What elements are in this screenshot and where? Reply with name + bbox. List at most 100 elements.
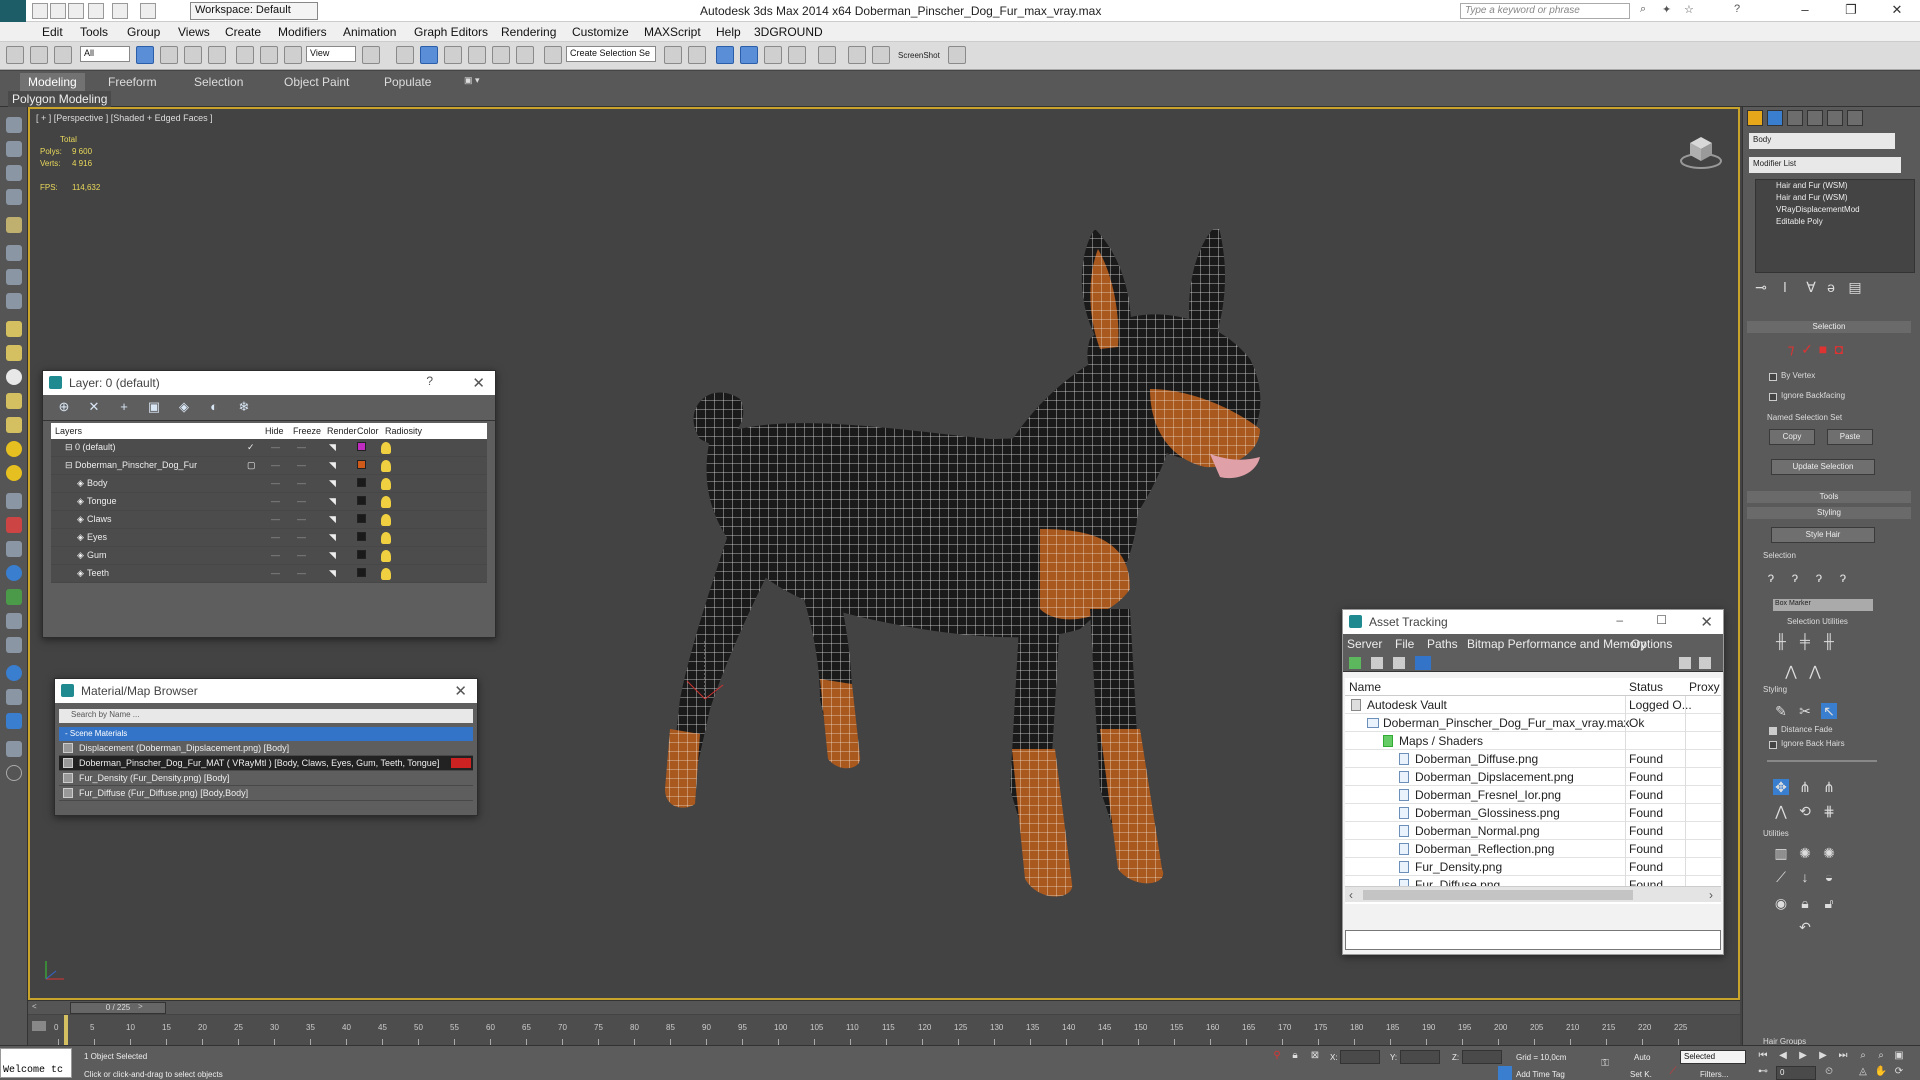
tool-icon-17[interactable]	[6, 517, 22, 533]
layer-hide-toggle[interactable]: —	[271, 514, 280, 524]
material-list-item[interactable]: Doberman_Pinscher_Dog_Fur_MAT ( VRayMtl …	[59, 756, 473, 771]
layer-hide-toggle[interactable]: —	[271, 442, 280, 452]
menu-views[interactable]: Views	[178, 25, 210, 39]
graphite-toggle-icon[interactable]	[740, 46, 758, 64]
layer-help-icon[interactable]: ?	[426, 374, 433, 388]
layer-hide-toggle[interactable]: —	[271, 460, 280, 470]
col-layers[interactable]: Layers	[55, 426, 82, 436]
sphere-primitive-icon[interactable]	[6, 345, 22, 361]
menu-tools[interactable]: Tools	[80, 25, 108, 39]
layer-render-icon[interactable]: ◥	[329, 478, 336, 489]
tab-populate[interactable]: Populate	[376, 73, 439, 91]
asset-row[interactable]: Doberman_Diffuse.png Found	[1345, 750, 1721, 768]
layer-color-swatch[interactable]	[357, 460, 366, 469]
minimize-button[interactable]: –	[1790, 2, 1820, 20]
layer-expand-icon[interactable]: ◈	[77, 478, 84, 489]
asset-menu-server[interactable]: Server	[1347, 637, 1382, 651]
asset-row[interactable]: Doberman_Fresnel_Ior.png Found	[1345, 786, 1721, 804]
material-list-item[interactable]: Displacement (Doberman_Dipslacement.png)…	[59, 741, 473, 756]
layer-name[interactable]: Eyes	[87, 532, 107, 542]
material-list-item[interactable]: Fur_Density (Fur_Density.png) [Body]	[59, 771, 473, 786]
rectangular-selection-icon[interactable]	[184, 46, 202, 64]
select-object-icon[interactable]	[136, 46, 154, 64]
box-marker-dropdown[interactable]: Box Marker	[1773, 599, 1873, 611]
layer-expand-icon[interactable]: ◈	[77, 496, 84, 507]
align-icon[interactable]	[688, 46, 706, 64]
selection-lock-icon[interactable]: 🔒︎	[1288, 1050, 1302, 1064]
make-unique-icon[interactable]: ∀	[1803, 279, 1819, 295]
menu-create[interactable]: Create	[225, 25, 261, 39]
lock-icon[interactable]: 🔒︎	[1797, 895, 1813, 911]
layer-freeze-toggle[interactable]: —	[297, 568, 306, 578]
tab-modeling[interactable]: Modeling	[20, 73, 85, 91]
viewport-label[interactable]: [ + ] [Perspective ] [Shaded + Edged Fac…	[36, 113, 213, 123]
communication-center-icon[interactable]: ✦	[1662, 3, 1678, 19]
table-view-icon[interactable]	[1415, 656, 1431, 670]
layer-freeze-toggle[interactable]: —	[297, 442, 306, 452]
modifier-list-dropdown[interactable]: Modifier List	[1749, 157, 1901, 173]
help-search-input[interactable]: Type a keyword or phrase	[1460, 3, 1630, 19]
layer-color-swatch[interactable]	[357, 568, 366, 577]
utilities-tab-icon[interactable]	[1847, 110, 1863, 126]
pop-zero-icon[interactable]: ✺	[1821, 845, 1837, 861]
layer-color-swatch[interactable]	[357, 442, 366, 451]
show-hidden-icon[interactable]: ⋀	[1807, 663, 1823, 679]
asset-row[interactable]: Doberman_Pinscher_Dog_Fur_max_vray.max Ok	[1345, 714, 1721, 732]
asset-col-proxy[interactable]: Proxy	[1689, 680, 1720, 694]
scale-tool-icon[interactable]: ⋕	[1821, 803, 1837, 819]
light-icon[interactable]	[6, 441, 22, 457]
layer-hide-toggle[interactable]: —	[271, 478, 280, 488]
save-file-icon[interactable]	[68, 3, 84, 19]
layer-freeze-toggle[interactable]: —	[297, 532, 306, 542]
layer-radiosity-icon[interactable]	[381, 496, 391, 508]
pan-icon[interactable]: ✋	[1874, 1066, 1888, 1080]
help-circle-icon[interactable]	[6, 765, 22, 781]
select-manipulate-icon[interactable]	[396, 46, 414, 64]
tool-icon-16[interactable]	[6, 493, 22, 509]
scroll-thumb[interactable]	[1363, 890, 1633, 900]
field-of-view-icon[interactable]: ◬	[1856, 1066, 1870, 1080]
layer-radiosity-icon[interactable]	[381, 514, 391, 526]
tool-icon-6[interactable]	[6, 245, 22, 261]
invert-selection-icon[interactable]: ╫	[1821, 633, 1837, 649]
layer-color-swatch[interactable]	[357, 496, 366, 505]
x-coord-field[interactable]	[1340, 1050, 1380, 1064]
track-bar[interactable]: 0 5 10 15 20 25 30 35 40 45 50 55 60 65 70 75 80 85 90 95 10…	[28, 1015, 1740, 1045]
layer-render-icon[interactable]: ◥	[329, 514, 336, 525]
layer-freeze-toggle[interactable]: —	[297, 478, 306, 488]
layer-radiosity-icon[interactable]	[381, 568, 391, 580]
rotate-tool-icon[interactable]: ⟲	[1797, 803, 1813, 819]
orbit-icon[interactable]: ⟳	[1892, 1066, 1906, 1080]
layer-current-marker[interactable]: ▢	[247, 460, 256, 471]
rendered-frame-window-icon[interactable]	[872, 46, 890, 64]
track-mini-curve-icon[interactable]	[32, 1021, 46, 1031]
asset-menu-paths[interactable]: Paths	[1427, 637, 1458, 651]
by-vertex-checkbox[interactable]	[1769, 373, 1777, 381]
layer-window-titlebar[interactable]: Layer: 0 (default) ? ✕	[43, 371, 495, 395]
time-next-icon[interactable]: >	[138, 1002, 143, 1011]
layer-hide-toggle[interactable]: —	[271, 496, 280, 506]
layer-row[interactable]: ⊟ Doberman_Pinscher_Dog_Fur ▢ — — ◥	[51, 457, 487, 475]
rotate-icon[interactable]	[260, 46, 278, 64]
asset-settings-icon[interactable]	[1699, 657, 1711, 669]
select-hair-icon-4[interactable]: ɂ	[1835, 569, 1851, 585]
time-config-icon[interactable]: ⏲	[1822, 1066, 1836, 1080]
recomb-icon[interactable]: ⟋	[1773, 869, 1789, 885]
tool-icon-4[interactable]	[6, 189, 22, 205]
attenuate-icon[interactable]: ▥	[1773, 845, 1789, 861]
layer-radiosity-icon[interactable]	[381, 460, 391, 472]
asset-row[interactable]: Doberman_Dipslacement.png Found	[1345, 768, 1721, 786]
open-file-icon[interactable]	[50, 3, 66, 19]
tool-icon-25[interactable]	[6, 713, 22, 729]
asset-help-icon[interactable]	[1679, 657, 1691, 669]
grow-selection-icon[interactable]: ╫	[1773, 633, 1789, 649]
zoom-icon[interactable]: ⌕	[1856, 1050, 1870, 1064]
copy-button[interactable]: Copy	[1769, 429, 1815, 445]
time-prev-icon[interactable]: <	[32, 1002, 37, 1011]
goto-start-icon[interactable]: ⏮	[1756, 1050, 1770, 1064]
layer-name[interactable]: 0 (default)	[75, 442, 116, 452]
layer-row[interactable]: ⊟ 0 (default) ✓ — — ◥	[51, 439, 487, 457]
tool-icon-3[interactable]	[6, 165, 22, 181]
maxscript-listener[interactable]: Welcome tc	[0, 1048, 72, 1078]
hide-all-layers-icon[interactable]: ◐	[207, 400, 221, 414]
